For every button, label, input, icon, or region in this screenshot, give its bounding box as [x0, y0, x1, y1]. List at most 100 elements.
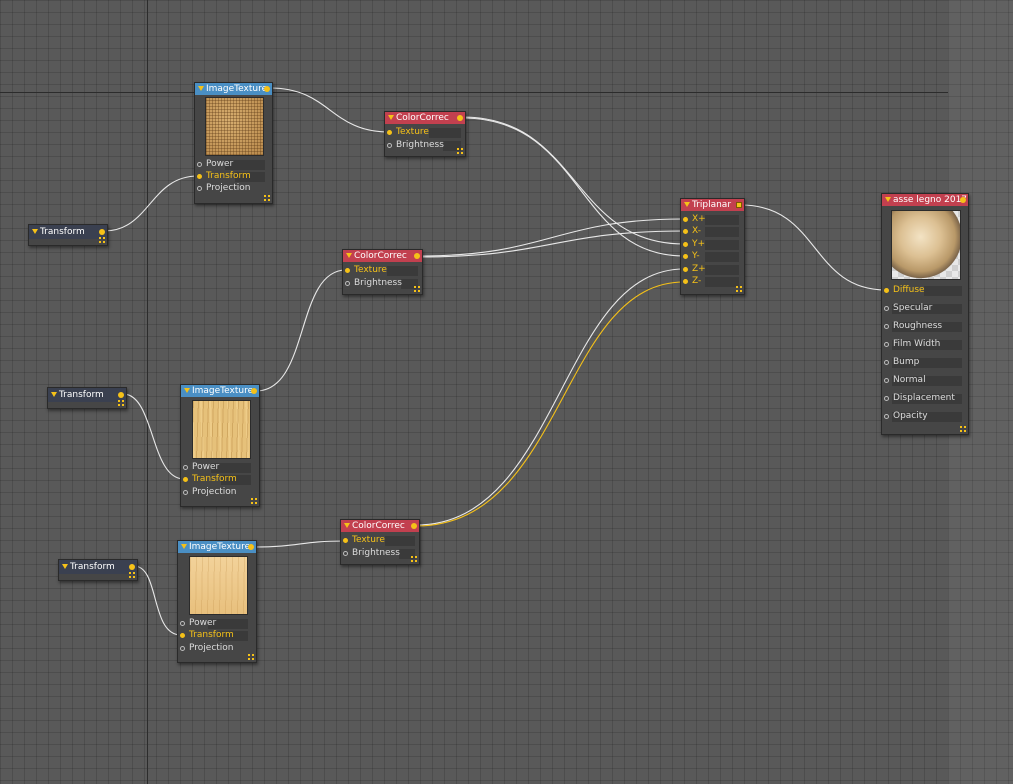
port-label: Transform	[192, 474, 237, 484]
wire-transform1-to-tex1	[103, 175, 199, 232]
wire-cc2-to-triplanar-xminus	[418, 230, 685, 258]
input-port-brightness[interactable]: Brightness	[387, 140, 463, 151]
input-port-projection[interactable]: Projection	[197, 183, 267, 194]
resize-grip-icon[interactable]	[736, 286, 742, 292]
input-port-power[interactable]: Power	[183, 462, 253, 473]
resize-grip-icon[interactable]	[457, 148, 463, 154]
resize-grip-icon[interactable]	[251, 498, 257, 504]
collapse-triangle-icon[interactable]	[51, 392, 57, 397]
resize-grip-icon[interactable]	[411, 556, 417, 562]
resize-grip-icon[interactable]	[960, 426, 966, 432]
collapse-triangle-icon[interactable]	[346, 253, 352, 258]
input-port-displacement[interactable]: Displacement	[884, 393, 964, 404]
node-title: Transform	[70, 562, 115, 572]
canvas-axis-horizontal	[0, 92, 948, 93]
input-port-x-minus[interactable]: X-	[683, 226, 741, 237]
transform-node-3[interactable]: Transform	[58, 559, 138, 581]
input-port-y-minus[interactable]: Y-	[683, 251, 741, 262]
transform-node-1[interactable]: Transform	[28, 224, 108, 246]
input-port-roughness[interactable]: Roughness	[884, 321, 964, 332]
resize-grip-icon[interactable]	[129, 572, 135, 578]
node-header[interactable]: asse legno 2017	[882, 194, 968, 206]
port-label: Texture	[352, 535, 385, 545]
node-header[interactable]: ImageTexture	[178, 541, 256, 553]
color-correct-node-2[interactable]: ColorCorrec Texture Brightness	[342, 249, 423, 295]
node-graph-canvas[interactable]: ImageTexture Power Transform Projection …	[0, 0, 1013, 784]
output-pin-icon[interactable]	[99, 229, 105, 235]
collapse-triangle-icon[interactable]	[388, 115, 394, 120]
input-port-y-plus[interactable]: Y+	[683, 239, 741, 250]
input-port-projection[interactable]: Projection	[180, 643, 250, 654]
input-port-brightness[interactable]: Brightness	[343, 548, 417, 559]
color-correct-node-1[interactable]: ColorCorrec Texture Brightness	[384, 111, 466, 157]
output-pin-icon[interactable]	[129, 564, 135, 570]
input-port-specular[interactable]: Specular	[884, 303, 964, 314]
wire-transform3-to-tex3	[133, 565, 182, 636]
input-port-transform[interactable]: Transform	[183, 474, 253, 485]
input-port-bump[interactable]: Bump	[884, 357, 964, 368]
input-port-diffuse[interactable]: Diffuse	[884, 285, 964, 296]
output-pin-icon[interactable]	[411, 523, 417, 529]
collapse-triangle-icon[interactable]	[198, 86, 204, 91]
port-label: Projection	[206, 183, 251, 193]
input-port-x-plus[interactable]: X+	[683, 214, 741, 225]
input-port-opacity[interactable]: Opacity	[884, 411, 964, 422]
input-port-film-width[interactable]: Film Width	[884, 339, 964, 350]
material-node[interactable]: asse legno 2017 Diffuse Specular Roughne…	[881, 193, 969, 435]
output-pin-icon[interactable]	[736, 202, 742, 208]
node-header[interactable]: Triplanar	[681, 199, 744, 211]
input-port-brightness[interactable]: Brightness	[345, 278, 420, 289]
transform-node-2[interactable]: Transform	[47, 387, 127, 409]
input-port-texture[interactable]: Texture	[345, 265, 420, 276]
output-pin-icon[interactable]	[960, 197, 966, 203]
resize-grip-icon[interactable]	[414, 286, 420, 292]
image-texture-node-2[interactable]: ImageTexture Power Transform Projection	[180, 384, 260, 507]
resize-grip-icon[interactable]	[118, 400, 124, 406]
triplanar-node[interactable]: Triplanar X+ X- Y+ Y- Z+ Z-	[680, 198, 745, 295]
port-label: Transform	[189, 630, 234, 640]
node-header[interactable]: Transform	[59, 560, 137, 574]
texture-preview-wood-light	[189, 556, 248, 615]
port-label: Power	[189, 618, 217, 628]
node-header[interactable]: ColorCorrec	[343, 250, 422, 262]
canvas-axis-vertical	[147, 0, 148, 784]
input-port-transform[interactable]: Transform	[197, 171, 267, 182]
resize-grip-icon[interactable]	[248, 654, 254, 660]
input-port-normal[interactable]: Normal	[884, 375, 964, 386]
collapse-triangle-icon[interactable]	[684, 202, 690, 207]
output-pin-icon[interactable]	[457, 115, 463, 121]
output-pin-icon[interactable]	[251, 388, 257, 394]
node-header[interactable]: ImageTexture	[181, 385, 259, 397]
connection-wires	[103, 87, 887, 636]
output-pin-icon[interactable]	[118, 392, 124, 398]
output-pin-icon[interactable]	[248, 544, 254, 550]
node-header[interactable]: Transform	[29, 225, 107, 239]
image-texture-node-1[interactable]: ImageTexture Power Transform Projection	[194, 82, 273, 204]
input-port-z-minus[interactable]: Z-	[683, 276, 741, 287]
node-header[interactable]: ColorCorrec	[385, 112, 465, 124]
input-port-power[interactable]: Power	[180, 618, 250, 629]
input-port-projection[interactable]: Projection	[183, 487, 253, 498]
collapse-triangle-icon[interactable]	[885, 197, 891, 202]
input-port-power[interactable]: Power	[197, 159, 267, 170]
node-header[interactable]: Transform	[48, 388, 126, 402]
collapse-triangle-icon[interactable]	[32, 229, 38, 234]
image-texture-node-3[interactable]: ImageTexture Power Transform Projection	[177, 540, 257, 663]
collapse-triangle-icon[interactable]	[184, 388, 190, 393]
output-pin-icon[interactable]	[414, 253, 420, 259]
node-header[interactable]: ImageTexture	[195, 83, 272, 95]
node-title: Transform	[40, 227, 85, 237]
output-pin-icon[interactable]	[264, 86, 270, 92]
collapse-triangle-icon[interactable]	[62, 564, 68, 569]
input-port-texture[interactable]: Texture	[387, 127, 463, 138]
input-port-z-plus[interactable]: Z+	[683, 264, 741, 275]
resize-grip-icon[interactable]	[99, 237, 105, 243]
color-correct-node-3[interactable]: ColorCorrec Texture Brightness	[340, 519, 420, 565]
collapse-triangle-icon[interactable]	[344, 523, 350, 528]
resize-grip-icon[interactable]	[264, 195, 270, 201]
input-port-texture[interactable]: Texture	[343, 535, 417, 546]
wire-cc2-to-triplanar-xplus	[418, 218, 685, 257]
node-header[interactable]: ColorCorrec	[341, 520, 419, 532]
input-port-transform[interactable]: Transform	[180, 630, 250, 641]
collapse-triangle-icon[interactable]	[181, 544, 187, 549]
